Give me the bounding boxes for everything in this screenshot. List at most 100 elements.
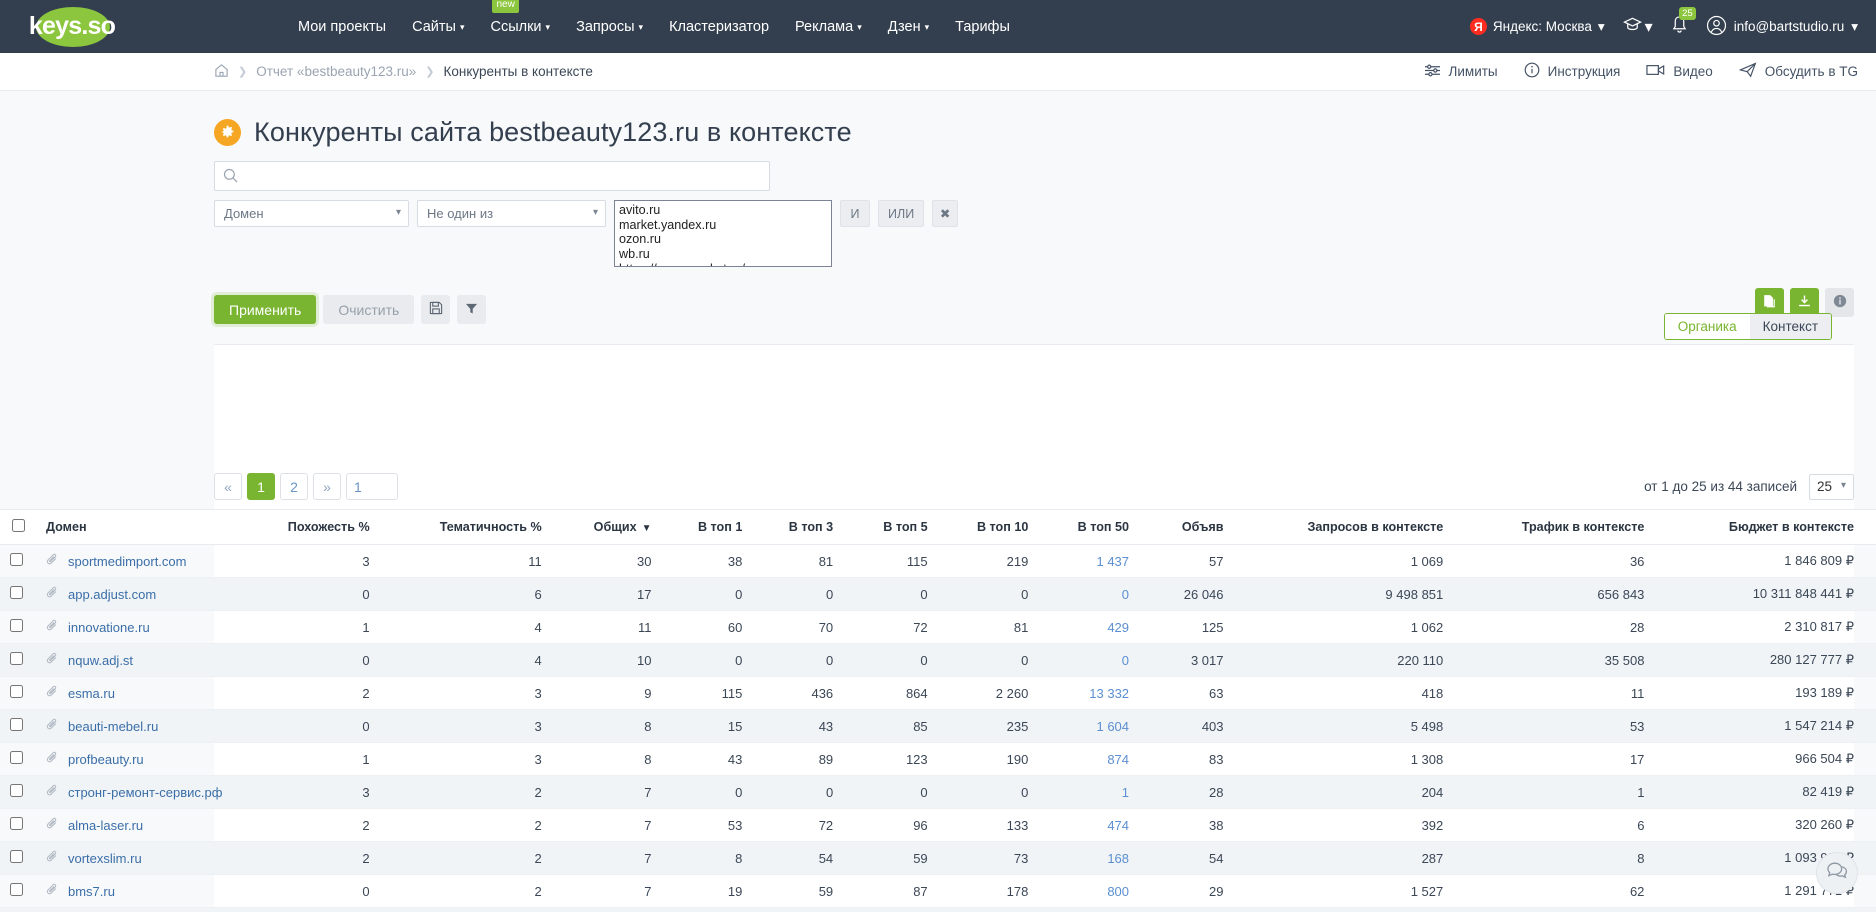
cell-top50[interactable]: 1 437 xyxy=(1038,544,1140,578)
cell-top50[interactable]: 13 332 xyxy=(1038,676,1140,710)
cell-top50[interactable]: 1 xyxy=(1038,775,1140,809)
row-checkbox[interactable] xyxy=(10,619,23,632)
nav-item-tariffs[interactable]: Тарифы xyxy=(955,15,1010,39)
domain-link[interactable]: vortexslim.ru xyxy=(68,851,142,866)
domain-link[interactable]: beauti-mebel.ru xyxy=(68,719,158,734)
tab-context[interactable]: Контекст xyxy=(1749,314,1831,339)
filter-field-select[interactable]: Домен xyxy=(214,200,409,227)
filter-condition-select[interactable]: Не один из xyxy=(417,200,606,227)
cell-top50[interactable]: 429 xyxy=(1038,610,1140,644)
row-checkbox[interactable] xyxy=(10,751,23,764)
pagination-page-2[interactable]: 2 xyxy=(280,473,308,500)
table-row[interactable]: profbeauty.ru 1 3 8 43 89 123 190 874 83 1 308 17 96… xyxy=(0,742,1876,776)
region-selector[interactable]: Я Яндекс: Москва ▾ xyxy=(1469,18,1605,35)
filter-values-textarea[interactable]: avito.ru market.yandex.ru ozon.ru wb.ru … xyxy=(614,200,832,267)
filter-preset-button[interactable] xyxy=(457,295,487,324)
row-checkbox[interactable] xyxy=(10,553,23,566)
cell-top50[interactable]: 0 xyxy=(1038,643,1140,677)
instruction-button[interactable]: Инструкция xyxy=(1524,62,1620,81)
header-top5[interactable]: В топ 5 xyxy=(843,509,938,545)
nav-item-advertising[interactable]: Реклама ▾ xyxy=(795,15,862,39)
domain-link[interactable]: esma.ru xyxy=(68,686,115,701)
nav-item-clusterizer[interactable]: Кластеризатор xyxy=(669,15,769,39)
table-row[interactable]: nquw.adj.st 0 4 10 0 0 0 0 0 3 017 220 110 35 508 28… xyxy=(0,643,1876,677)
table-row[interactable]: app.adjust.com 0 6 17 0 0 0 0 0 26 046 9 498 851 65… xyxy=(0,577,1876,611)
pagination-prev[interactable]: « xyxy=(214,473,242,500)
pagination-goto-input[interactable] xyxy=(346,473,398,500)
cell-top50[interactable]: 0 xyxy=(1038,577,1140,611)
education-button[interactable]: ▾ xyxy=(1622,16,1653,37)
table-row[interactable]: nettattoo.ru2271975969421 5485 466563951… xyxy=(0,907,1876,912)
row-checkbox[interactable] xyxy=(10,586,23,599)
header-common[interactable]: Общих ▼ xyxy=(551,509,662,545)
filter-remove-button[interactable]: ✖ xyxy=(932,200,959,227)
domain-link[interactable]: bms7.ru xyxy=(68,884,115,899)
row-checkbox[interactable] xyxy=(10,685,23,698)
paperclip-icon[interactable] xyxy=(46,685,59,701)
cell-top50[interactable]: 474 xyxy=(1038,808,1140,842)
table-scroll-area[interactable]: Домен Похожесть % Тематичность % Общих ▼ … xyxy=(0,509,1876,912)
cell-top50[interactable]: 168 xyxy=(1038,841,1140,875)
paperclip-icon[interactable] xyxy=(46,784,59,800)
header-domain[interactable]: Домен xyxy=(36,509,236,545)
nav-item-dzen[interactable]: Дзен ▾ xyxy=(888,15,929,39)
table-row[interactable]: bms7.ru 0 2 7 19 59 87 178 800 29 1 527 62 1 291 771… xyxy=(0,874,1876,908)
cell-top50[interactable]: 874 xyxy=(1038,742,1140,776)
nav-item-queries[interactable]: Запросы ▾ xyxy=(576,15,643,39)
domain-link[interactable]: sportmedimport.com xyxy=(68,554,186,569)
paperclip-icon[interactable] xyxy=(46,619,59,635)
table-row[interactable]: alma-laser.ru 2 2 7 53 72 96 133 474 38 392 6 320 26… xyxy=(0,808,1876,842)
row-checkbox[interactable] xyxy=(10,652,23,665)
table-row[interactable]: стронг-ремонт-сервис.рф 3 2 7 0 0 0 0 1 28 204 1 82 … xyxy=(0,775,1876,809)
user-menu[interactable]: info@bartstudio.ru ▾ xyxy=(1706,15,1858,39)
table-row[interactable]: vortexslim.ru 2 2 7 8 54 59 73 168 54 287 8 1 093 92… xyxy=(0,841,1876,875)
header-top10[interactable]: В топ 10 xyxy=(937,509,1039,545)
paperclip-icon[interactable] xyxy=(46,850,59,866)
paperclip-icon[interactable] xyxy=(46,718,59,734)
domain-link[interactable]: innovatione.ru xyxy=(68,620,150,635)
cell-top50[interactable]: 5 466 xyxy=(1038,907,1140,912)
header-ads[interactable]: Объяв xyxy=(1139,509,1234,545)
table-row[interactable]: esma.ru 2 3 9 115 436 864 2 260 13 332 63 418 11 193… xyxy=(0,676,1876,710)
domain-link[interactable]: profbeauty.ru xyxy=(68,752,144,767)
notifications-button[interactable]: 25 xyxy=(1671,6,1696,39)
table-row[interactable]: beauti-mebel.ru 0 3 8 15 43 85 235 1 604 403 5 498… xyxy=(0,709,1876,743)
search-input[interactable] xyxy=(214,161,770,191)
pagination-page-1[interactable]: 1 xyxy=(247,473,275,500)
paperclip-icon[interactable] xyxy=(46,751,59,767)
clear-button[interactable]: Очистить xyxy=(323,295,415,324)
row-checkbox[interactable] xyxy=(10,883,23,896)
video-button[interactable]: Видео xyxy=(1646,63,1713,80)
breadcrumb-item-report[interactable]: Отчет «bestbeauty123.ru» xyxy=(256,64,416,79)
nav-item-sites[interactable]: Сайты ▾ xyxy=(412,15,464,39)
apply-button[interactable]: Применить xyxy=(214,295,317,324)
header-similarity[interactable]: Похожесть % xyxy=(236,509,380,545)
site-logo[interactable]: keys.so xyxy=(22,4,118,50)
domain-link[interactable]: app.adjust.com xyxy=(68,587,156,602)
row-checkbox[interactable] xyxy=(10,784,23,797)
limits-button[interactable]: Лимиты xyxy=(1424,63,1498,81)
pagination-next[interactable]: » xyxy=(313,473,341,500)
header-thematicity[interactable]: Тематичность % xyxy=(379,509,552,545)
filter-and-button[interactable]: И xyxy=(840,200,870,227)
domain-link[interactable]: стронг-ремонт-сервис.рф xyxy=(68,785,222,800)
domain-link[interactable]: nquw.adj.st xyxy=(68,653,133,668)
filter-or-button[interactable]: ИЛИ xyxy=(878,200,925,227)
table-row[interactable]: sportmedimport.com 3 11 30 38 81 115 219 1 437 57… xyxy=(0,544,1876,578)
header-budget[interactable]: Бюджет в контексте xyxy=(1654,509,1876,545)
header-top3[interactable]: В топ 3 xyxy=(752,509,844,545)
paperclip-icon[interactable] xyxy=(46,652,59,668)
domain-link[interactable]: alma-laser.ru xyxy=(68,818,143,833)
nav-item-projects[interactable]: Мои проекты xyxy=(298,15,386,39)
paperclip-icon[interactable] xyxy=(46,817,59,833)
table-row[interactable]: innovatione.ru 1 4 11 60 70 72 81 429 125 1 062 28 2… xyxy=(0,610,1876,644)
cell-top50[interactable]: 800 xyxy=(1038,874,1140,908)
save-filter-button[interactable] xyxy=(421,295,451,324)
chat-support-button[interactable] xyxy=(1816,852,1858,894)
telegram-discuss-button[interactable]: Обсудить в TG xyxy=(1738,62,1858,81)
row-checkbox[interactable] xyxy=(10,718,23,731)
paperclip-icon[interactable] xyxy=(46,586,59,602)
home-icon[interactable] xyxy=(214,63,229,81)
per-page-select[interactable]: 25 xyxy=(1809,473,1854,500)
paperclip-icon[interactable] xyxy=(46,553,59,569)
